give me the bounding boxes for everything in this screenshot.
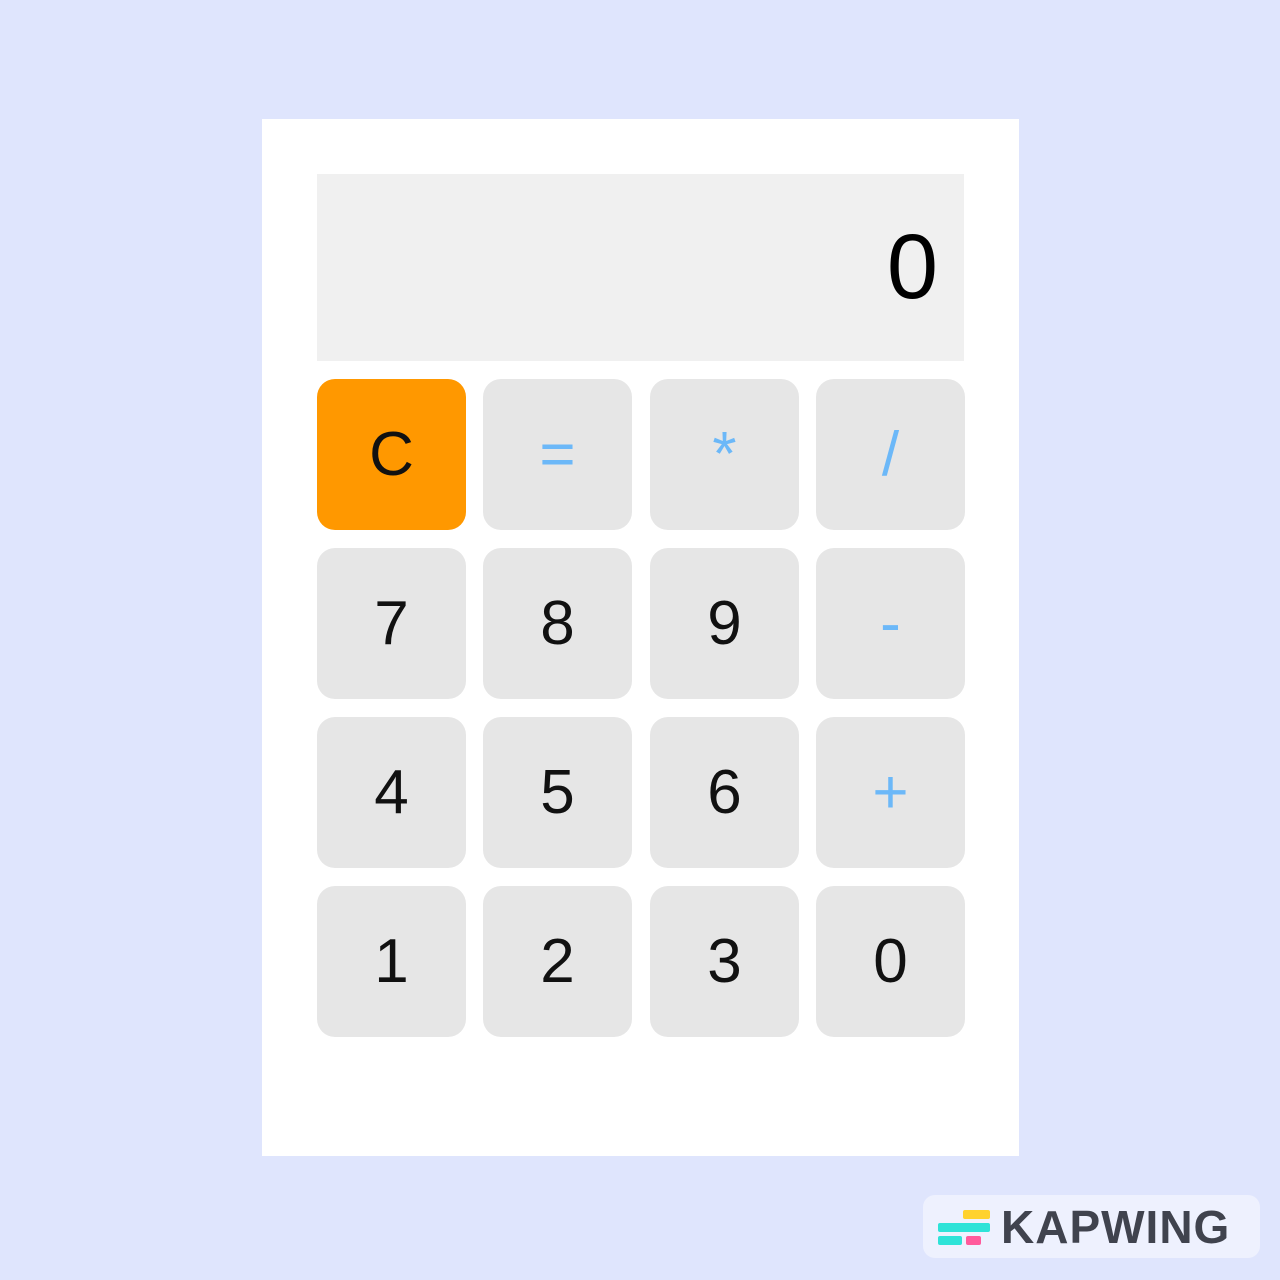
digit-7-button[interactable]: 7 xyxy=(317,548,466,699)
subtract-button[interactable]: - xyxy=(816,548,965,699)
digit-5-button[interactable]: 5 xyxy=(483,717,632,868)
digit-4-button[interactable]: 4 xyxy=(317,717,466,868)
calculator: 0 C = */7 8 9-4 5 6 +1 2 3 0 xyxy=(262,119,1019,1156)
digit-0-button[interactable]: 0 xyxy=(816,886,965,1037)
kapwing-wordmark: KAPWING xyxy=(1001,1201,1231,1253)
kapwing-watermark: KAPWING xyxy=(923,1195,1260,1258)
divide-button[interactable]: / xyxy=(816,379,965,530)
clear-button[interactable]: C xyxy=(317,379,466,530)
add-button[interactable]: + xyxy=(816,717,965,868)
calculator-display: 0 xyxy=(317,174,964,361)
digit-8-button[interactable]: 8 xyxy=(483,548,632,699)
digit-6-button[interactable]: 6 xyxy=(650,717,799,868)
equals-button[interactable]: = xyxy=(483,379,632,530)
digit-9-button[interactable]: 9 xyxy=(650,548,799,699)
digit-3-button[interactable]: 3 xyxy=(650,886,799,1037)
multiply-button[interactable]: * xyxy=(650,379,799,530)
digit-2-button[interactable]: 2 xyxy=(483,886,632,1037)
digit-1-button[interactable]: 1 xyxy=(317,886,466,1037)
